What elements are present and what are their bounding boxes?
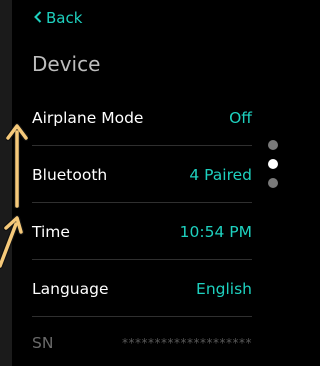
setting-value: 10:54 PM [179, 222, 252, 241]
page-dot-active [268, 159, 278, 169]
side-rail [0, 0, 12, 366]
setting-row-airplane-mode[interactable]: Airplane Mode Off [32, 90, 252, 146]
setting-row-bluetooth[interactable]: Bluetooth 4 Paired [32, 147, 252, 203]
back-button[interactable]: Back [34, 8, 82, 28]
setting-label: Language [32, 279, 109, 298]
setting-row-time[interactable]: Time 10:54 PM [32, 204, 252, 260]
device-settings-screen: Back Device Airplane Mode Off Bluetooth … [0, 0, 292, 366]
serial-number-value: ******************** [122, 336, 252, 350]
setting-row-language[interactable]: Language English [32, 261, 252, 317]
setting-row-serial-number: SN ******************** [32, 318, 252, 366]
page-dot [268, 140, 278, 150]
page-indicator [266, 140, 280, 196]
setting-value: 4 Paired [189, 165, 252, 184]
page-dot [268, 178, 278, 188]
setting-label: Bluetooth [32, 165, 108, 184]
back-label: Back [46, 9, 83, 27]
setting-label: SN [32, 334, 54, 352]
chevron-left-icon [34, 9, 42, 27]
setting-value: English [196, 279, 252, 298]
setting-label: Time [32, 222, 70, 241]
setting-value: Off [229, 108, 252, 127]
page-title: Device [32, 52, 101, 76]
setting-label: Airplane Mode [32, 108, 144, 127]
